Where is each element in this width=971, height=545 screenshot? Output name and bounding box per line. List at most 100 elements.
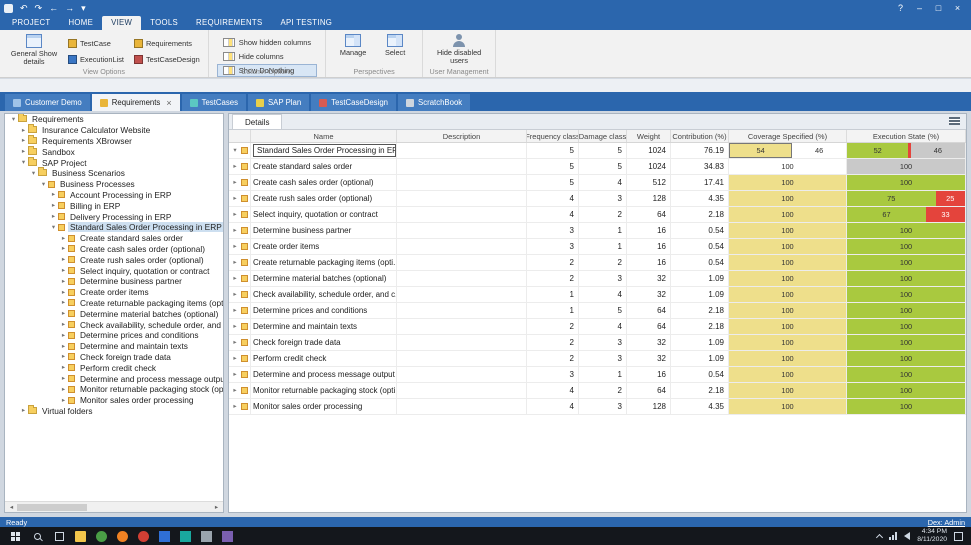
app-teal-icon[interactable] — [180, 531, 191, 542]
expand-icon[interactable]: ▸ — [231, 179, 239, 186]
name-cell[interactable]: Create rush sales order (optional) — [251, 191, 397, 206]
expand-icon[interactable]: ▸ — [231, 275, 239, 282]
tree-item-delivery-processing-in-erp[interactable]: ▸Delivery Processing in ERP — [5, 211, 223, 222]
tree-item-standard-sales-order-processing-in-erp[interactable]: ▾Standard Sales Order Processing in ERP — [5, 222, 223, 233]
table-row[interactable]: ▸Determine business partner31160.5410010… — [229, 223, 966, 239]
file-explorer-icon[interactable] — [75, 531, 86, 542]
table-row[interactable]: ▸Create order items31160.54100100 — [229, 239, 966, 255]
expand-icon[interactable]: ▸ — [231, 403, 239, 410]
column-header-coverage-specified[interactable]: Coverage Specified (%) — [729, 130, 847, 142]
expand-icon[interactable]: ▸ — [59, 267, 68, 274]
doc-tab-customer-demo[interactable]: Customer Demo — [5, 94, 90, 111]
column-chooser-icon[interactable] — [949, 117, 960, 125]
table-row[interactable]: ▸Create cash sales order (optional)54512… — [229, 175, 966, 191]
tree-item-requirements[interactable]: ▾Requirements — [5, 114, 223, 125]
tree-item-select-inquiry-quotation-or-contract[interactable]: ▸Select inquiry, quotation or contract — [5, 265, 223, 276]
scrollbar-thumb[interactable] — [17, 504, 87, 511]
collapse-icon[interactable]: ▾ — [9, 116, 18, 123]
doc-tab-testcases[interactable]: TestCases — [182, 94, 246, 111]
table-row[interactable]: ▸Create standard sales order55102434.831… — [229, 159, 966, 175]
volume-icon[interactable] — [904, 532, 910, 540]
column-header-name[interactable]: Name — [251, 130, 397, 142]
tree-item-create-order-items[interactable]: ▸Create order items — [5, 287, 223, 298]
table-row[interactable]: ▸ Check availability, schedule order, and… — [229, 287, 966, 303]
table-row[interactable]: ▸Check foreign trade data23321.09100100 — [229, 335, 966, 351]
expand-icon[interactable]: ▸ — [59, 299, 68, 306]
action-center-icon[interactable] — [954, 532, 963, 541]
tree-item-virtual-folders[interactable]: ▸Virtual folders — [5, 406, 223, 417]
tree-item-sap-project[interactable]: ▾SAP Project — [5, 157, 223, 168]
collapse-icon[interactable]: ▾ — [39, 181, 48, 188]
tab-details[interactable]: Details — [232, 114, 282, 129]
select-perspective-button[interactable]: Select — [376, 33, 414, 57]
manage-perspectives-button[interactable]: Manage — [334, 33, 372, 57]
hide-columns-button[interactable]: Hide columns — [217, 50, 317, 63]
expand-icon[interactable]: ▸ — [49, 191, 58, 198]
doc-tab-scratchbook[interactable]: ScratchBook — [398, 94, 470, 111]
tree-item-insurance-calculator-website[interactable]: ▸Insurance Calculator Website — [5, 125, 223, 136]
toggle-testcasedesign[interactable]: TestCaseDesign — [134, 53, 200, 67]
collapse-icon[interactable]: ▾ — [29, 170, 38, 177]
tree-item-business-processes[interactable]: ▾Business Processes — [5, 179, 223, 190]
app-red-icon[interactable] — [138, 531, 149, 542]
expand-icon[interactable]: ▸ — [231, 227, 239, 234]
start-button[interactable] — [4, 527, 26, 545]
expand-icon[interactable]: ▸ — [231, 243, 239, 250]
hide-disabled-users-button[interactable]: Hide disabled users — [431, 33, 487, 65]
name-cell[interactable]: Select inquiry, quotation or contract — [251, 207, 397, 222]
tree-item-sandbox[interactable]: ▸Sandbox — [5, 146, 223, 157]
scroll-left-icon[interactable]: ◂ — [7, 503, 16, 511]
expand-icon[interactable]: ▸ — [231, 371, 239, 378]
expand-icon[interactable]: ▸ — [231, 195, 239, 202]
expand-icon[interactable]: ▸ — [59, 364, 68, 371]
tray-chevron-icon[interactable] — [876, 533, 883, 540]
tree-item-create-returnable-packaging-items-optional[interactable]: ▸Create returnable packaging items (opti… — [5, 298, 223, 309]
expand-icon[interactable]: ▸ — [59, 289, 68, 296]
table-row[interactable]: ▸Monitor sales order processing431284.35… — [229, 399, 966, 415]
tree-item-determine-material-batches-optional[interactable]: ▸Determine material batches (optional) — [5, 308, 223, 319]
tree-horizontal-scrollbar[interactable]: ◂▸ — [5, 501, 223, 512]
tree-item-create-rush-sales-order-optional[interactable]: ▸Create rush sales order (optional) — [5, 254, 223, 265]
redo-icon[interactable]: ↷ — [35, 0, 43, 16]
name-cell[interactable]: Perform credit check — [251, 351, 397, 366]
general-show-details-button[interactable]: General Show details — [8, 33, 60, 66]
expand-icon[interactable]: ▸ — [59, 278, 68, 285]
maximize-button[interactable]: □ — [929, 0, 948, 16]
name-cell[interactable]: Check availability, schedule order, and … — [251, 287, 397, 302]
expand-icon[interactable]: ▸ — [59, 245, 68, 252]
ribbon-tab-view[interactable]: VIEW — [102, 16, 141, 30]
table-row[interactable]: ▸Determine and maintain texts24642.18100… — [229, 319, 966, 335]
ribbon-tab-home[interactable]: HOME — [60, 16, 103, 30]
scroll-right-icon[interactable]: ▸ — [212, 503, 221, 511]
browser-firefox-icon[interactable] — [117, 531, 128, 542]
expand-icon[interactable]: ▸ — [59, 256, 68, 263]
toggle-testcase[interactable]: TestCase — [68, 37, 124, 51]
close-tab-icon[interactable]: × — [166, 99, 171, 107]
table-row[interactable]: ▸Determine material batches (optional)23… — [229, 271, 966, 287]
table-row[interactable]: ▸Create rush sales order (optional)43128… — [229, 191, 966, 207]
app-blue-icon[interactable] — [159, 531, 170, 542]
column-header-frequency-class[interactable]: Frequency class — [527, 130, 579, 142]
tree-item-create-standard-sales-order[interactable]: ▸Create standard sales order — [5, 233, 223, 244]
qat-dropdown-icon[interactable]: ▾ — [81, 0, 86, 16]
name-cell[interactable]: Create standard sales order — [251, 159, 397, 174]
expand-icon[interactable]: ▸ — [19, 407, 28, 414]
table-row[interactable]: ▸Select inquiry, quotation or contract42… — [229, 207, 966, 223]
name-cell[interactable]: Create cash sales order (optional) — [251, 175, 397, 190]
name-cell[interactable]: Determine and process message output — [251, 367, 397, 382]
expand-icon[interactable]: ▸ — [231, 259, 239, 266]
name-cell[interactable]: Check foreign trade data — [251, 335, 397, 350]
tree-item-business-scenarios[interactable]: ▾Business Scenarios — [5, 168, 223, 179]
ribbon-tab-tools[interactable]: TOOLS — [141, 16, 187, 30]
toggle-requirements[interactable]: Requirements — [134, 37, 200, 51]
forward-icon[interactable]: → — [65, 0, 74, 16]
expand-icon[interactable]: ▸ — [59, 353, 68, 360]
expand-icon[interactable]: ▸ — [59, 321, 68, 328]
expand-icon[interactable]: ▸ — [19, 148, 28, 155]
minimize-button[interactable]: – — [910, 0, 929, 16]
tree-item-determine-and-maintain-texts[interactable]: ▸Determine and maintain texts — [5, 341, 223, 352]
back-icon[interactable]: ← — [49, 0, 58, 16]
expand-icon[interactable]: ▸ — [231, 323, 239, 330]
expand-icon[interactable]: ▸ — [231, 291, 239, 298]
expand-icon[interactable]: ▸ — [59, 386, 68, 393]
